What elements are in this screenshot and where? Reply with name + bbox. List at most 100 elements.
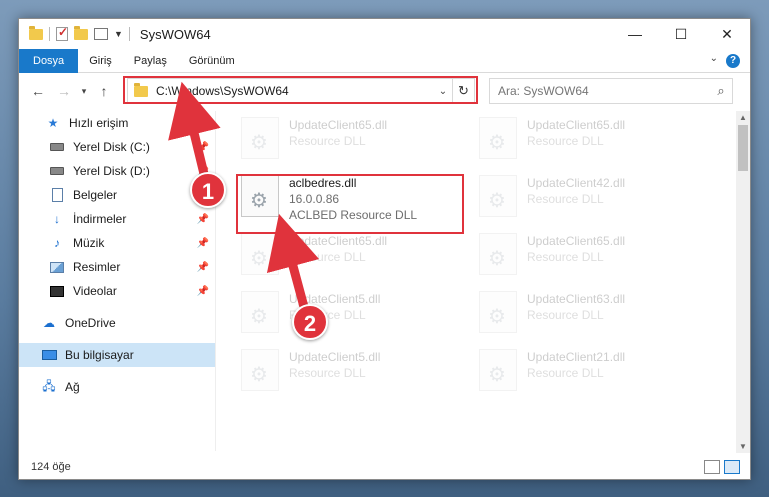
drive-icon [49, 164, 65, 178]
folder-icon [29, 25, 43, 40]
sidebar-item-label: Hızlı erişim [69, 116, 129, 130]
sidebar-item-label: Yerel Disk (C:) [73, 140, 150, 154]
title-bar: ▼ SysWOW64 — ☐ ✕ [19, 19, 750, 49]
address-highlight-box [123, 76, 478, 104]
sidebar-item-quick-access[interactable]: ★ Hızlı erişim [19, 111, 215, 135]
file-name: UpdateClient65.dll [289, 234, 388, 248]
scrollbar-thumb[interactable] [738, 125, 748, 171]
file-type: Resource DLL [289, 134, 366, 148]
expand-ribbon-icon[interactable]: ⌄ [710, 53, 718, 64]
minimize-button[interactable]: — [612, 19, 658, 49]
step-badge-2: 2 [292, 304, 328, 340]
sidebar-item-label: Müzik [73, 236, 105, 250]
file-type: Resource DLL [527, 192, 604, 206]
file-name: UpdateClient21.dll [527, 350, 626, 364]
sidebar-item-label: OneDrive [65, 316, 116, 330]
tab-share[interactable]: Paylaş [123, 49, 178, 73]
pin-icon[interactable]: 📌 [197, 214, 209, 225]
forward-button[interactable]: → [51, 83, 77, 99]
cloud-icon: ☁ [43, 316, 55, 330]
file-name: UpdateClient65.dll [289, 118, 388, 132]
tiles-view-icon[interactable] [724, 460, 740, 474]
scroll-up-icon[interactable]: ▲ [736, 113, 750, 122]
file-tile[interactable]: UpdateClient65.dll Resource DLL [479, 113, 714, 171]
dll-file-icon [479, 291, 517, 333]
up-button[interactable]: ↑ [91, 83, 117, 99]
pin-icon[interactable]: 📌 [197, 142, 209, 153]
ribbon-tabs: Dosya Giriş Paylaş Görünüm ⌄ ? [19, 48, 750, 73]
sidebar-item-label: Yerel Disk (D:) [73, 164, 150, 178]
sidebar-item-label: Belgeler [73, 188, 118, 202]
downloads-icon: ↓ [54, 212, 60, 226]
sidebar-item-videos[interactable]: Videolar 📌 [19, 279, 215, 303]
pictures-icon [49, 260, 65, 274]
drive-icon [49, 140, 65, 154]
pin-icon[interactable]: 📌 [197, 262, 209, 273]
properties-icon[interactable] [94, 28, 108, 40]
file-tile[interactable]: UpdateClient5.dll Resource DLL [241, 287, 476, 345]
file-type: Resource DLL [527, 308, 604, 322]
dll-file-icon [241, 291, 279, 333]
details-view-icon[interactable] [704, 460, 720, 474]
file-name: UpdateClient65.dll [527, 118, 626, 132]
file-tile[interactable]: UpdateClient63.dll Resource DLL [479, 287, 714, 345]
properties-check-icon[interactable] [56, 25, 68, 41]
status-bar: 124 öğe [19, 455, 750, 479]
close-button[interactable]: ✕ [704, 19, 750, 49]
search-input[interactable] [498, 84, 710, 98]
sidebar-item-onedrive[interactable]: ☁ OneDrive [19, 311, 215, 335]
file-tile[interactable]: UpdateClient5.dll Resource DLL [241, 345, 476, 403]
sidebar-item-pictures[interactable]: Resimler 📌 [19, 255, 215, 279]
sidebar-item-this-pc[interactable]: Bu bilgisayar [19, 343, 215, 367]
maximize-button[interactable]: ☐ [658, 19, 704, 49]
file-name: UpdateClient65.dll [527, 234, 626, 248]
step-badge-1: 1 [190, 172, 226, 208]
tab-view[interactable]: Görünüm [178, 49, 246, 73]
sidebar-item-label: Ağ [65, 380, 80, 394]
dll-file-icon [479, 117, 517, 159]
sidebar-item-network[interactable]: 🖧 Ağ [19, 375, 215, 399]
sidebar-item-label: Videolar [73, 284, 117, 298]
separator [128, 27, 130, 41]
dll-file-icon [241, 233, 279, 275]
dll-file-icon [241, 117, 279, 159]
pin-icon[interactable]: 📌 [197, 238, 209, 249]
sidebar-item-label: İndirmeler [73, 212, 127, 226]
separator [49, 27, 50, 41]
documents-icon [49, 188, 65, 202]
file-type: Resource DLL [527, 134, 604, 148]
sidebar-item-disk-d[interactable]: Yerel Disk (D:) 📌 [19, 159, 215, 183]
quick-access-toolbar: ▼ [19, 25, 130, 41]
recent-locations-button[interactable]: ▾ [77, 86, 91, 97]
customize-toolbar-icon[interactable]: ▼ [114, 29, 123, 39]
computer-icon [41, 348, 57, 362]
pin-icon[interactable]: 📌 [197, 286, 209, 297]
window-title: SysWOW64 [139, 26, 211, 42]
scroll-down-icon[interactable]: ▼ [736, 442, 750, 451]
help-icon[interactable]: ? [726, 54, 740, 68]
search-box[interactable]: ⌕ [489, 78, 733, 104]
back-button[interactable]: ← [25, 83, 51, 99]
new-folder-icon[interactable] [74, 25, 88, 40]
file-tile[interactable]: UpdateClient42.dll Resource DLL [479, 171, 714, 229]
sidebar-item-documents[interactable]: Belgeler 📌 [19, 183, 215, 207]
file-highlight-box [236, 174, 464, 234]
file-tile[interactable]: UpdateClient65.dll Resource DLL [241, 229, 476, 287]
pane-divider[interactable] [215, 111, 216, 451]
vertical-scrollbar[interactable]: ▲ ▼ [736, 111, 750, 453]
file-list: UpdateClient65.dll Resource DLL aclbedre… [237, 113, 727, 413]
file-type: Resource DLL [527, 366, 604, 380]
file-tile[interactable]: UpdateClient65.dll Resource DLL [479, 229, 714, 287]
network-icon: 🖧 [42, 378, 56, 393]
tab-file[interactable]: Dosya [19, 48, 79, 73]
sidebar-item-disk-c[interactable]: Yerel Disk (C:) 📌 [19, 135, 215, 159]
sidebar-item-downloads[interactable]: ↓ İndirmeler 📌 [19, 207, 215, 231]
dll-file-icon [479, 349, 517, 391]
tab-home[interactable]: Giriş [78, 49, 123, 73]
sidebar-item-music[interactable]: ♪ Müzik 📌 [19, 231, 215, 255]
search-icon[interactable]: ⌕ [710, 83, 732, 99]
file-tile[interactable]: UpdateClient65.dll Resource DLL [241, 113, 476, 171]
dll-file-icon [479, 233, 517, 275]
item-count: 124 öğe [31, 461, 71, 473]
file-tile[interactable]: UpdateClient21.dll Resource DLL [479, 345, 714, 403]
